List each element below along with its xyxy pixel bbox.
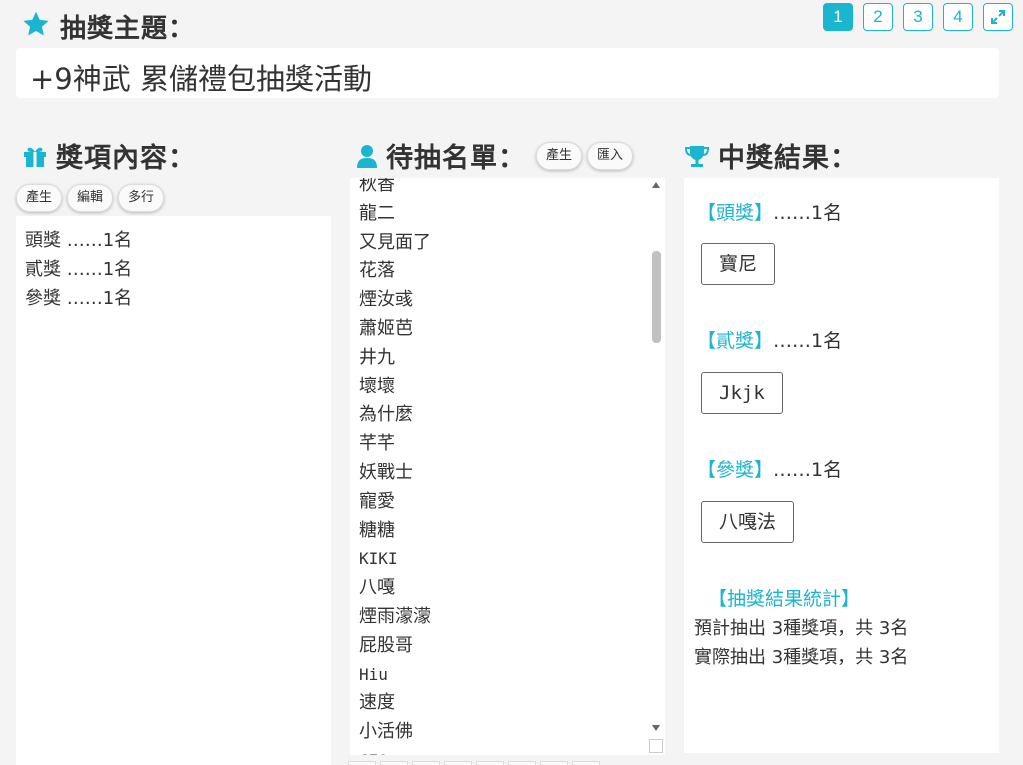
bottom-button-row <box>348 761 600 765</box>
page-button-2[interactable]: 2 <box>863 3 893 31</box>
list-item: 龍二 <box>359 202 395 224</box>
list-item: 煙雨濛濛 <box>359 605 431 627</box>
candidate-textarea[interactable]: 秋香 龍二 又見面了 花落 煙汝彧 蕭姬芭 井九 壞壞 為什麼 芊芊 妖戰士 寵… <box>350 178 665 755</box>
stat-line: 實際抽出 3種獎項，共 3名 <box>694 647 909 668</box>
bottom-button[interactable] <box>540 761 568 765</box>
list-item: 壞壞 <box>359 375 395 397</box>
bottom-button[interactable] <box>476 761 504 765</box>
stat-title: 【抽獎結果統計】 <box>708 588 861 610</box>
prize-list: 頭獎 ……1名 貳獎 ……1名 參獎 ……1名 <box>25 226 132 313</box>
prize-item: 貳獎 ……1名 <box>25 259 133 280</box>
bottom-button[interactable] <box>380 761 408 765</box>
prize-bracket: 【貳獎】 <box>697 330 774 352</box>
prize-bracket: 【參獎】 <box>697 459 774 481</box>
list-item: 煙汝彧 <box>359 289 413 311</box>
user-icon <box>357 144 377 168</box>
list-item: CEO <box>359 747 431 755</box>
scroll-up-icon[interactable] <box>652 182 660 188</box>
candidate-section-header: 待抽名單： 產生 匯入 <box>356 136 638 175</box>
prize-count: ……1名 <box>773 459 843 481</box>
prize-count: ……1名 <box>773 202 843 224</box>
bottom-button[interactable] <box>348 761 376 765</box>
page-switcher: 1 2 3 4 <box>823 3 1013 31</box>
prize-section-header: 獎項內容： <box>22 136 196 175</box>
result-group-3: 【參獎】……1名 <box>697 455 842 482</box>
winner-badge: Jkjk <box>701 372 783 414</box>
fullscreen-button[interactable] <box>983 3 1013 31</box>
import-button[interactable]: 匯入 <box>587 141 634 170</box>
result-section-header: 中獎結果： <box>684 136 858 175</box>
theme-value: +9神武 累儲禮包抽獎活動 <box>30 62 372 96</box>
list-item: 糖糖 <box>359 519 395 541</box>
prize-toolbar: 產生 編輯 多行 <box>16 184 169 212</box>
list-item: 芊芊 <box>359 433 395 455</box>
result-group-2: 【貳獎】……1名 <box>697 326 842 353</box>
winner-badge: 寶尼 <box>701 243 776 285</box>
list-item: 屁股哥 <box>359 634 413 656</box>
generate-candidate-button[interactable]: 產生 <box>536 141 583 170</box>
edit-prize-button[interactable]: 編輯 <box>67 184 114 212</box>
scroll-down-icon[interactable] <box>652 725 660 731</box>
prize-item: 參獎 ……1名 <box>25 288 133 309</box>
expand-icon <box>991 10 1005 24</box>
list-item: 花落 <box>359 260 395 282</box>
list-item: Hiu <box>359 664 388 684</box>
page-button-1[interactable]: 1 <box>823 3 853 31</box>
list-item: 井九 <box>359 346 395 368</box>
bottom-button[interactable] <box>444 761 472 765</box>
star-icon <box>23 11 49 36</box>
candidate-list: 秋香 龍二 又見面了 花落 煙汝彧 蕭姬芭 井九 壞壞 為什麼 芊芊 妖戰士 寵… <box>359 178 431 755</box>
list-item: 又見面了 <box>359 231 431 253</box>
list-item: 為什麼 <box>359 404 413 426</box>
result-title: 中獎結果： <box>718 143 858 174</box>
result-group-1: 【頭獎】……1名 <box>697 198 842 225</box>
prize-title: 獎項內容： <box>56 143 196 174</box>
prize-item: 頭獎 ……1名 <box>25 230 133 251</box>
generate-prize-button[interactable]: 產生 <box>16 184 63 212</box>
theme-heading: 抽獎主題： <box>60 14 196 44</box>
multiline-button[interactable]: 多行 <box>118 184 165 212</box>
list-item: 妖戰士 <box>359 461 413 483</box>
stat-line: 預計抽出 3種獎項，共 3名 <box>694 618 909 639</box>
bottom-button[interactable] <box>572 761 600 765</box>
list-item: 速度 <box>359 692 395 714</box>
page-button-3[interactable]: 3 <box>903 3 933 31</box>
resize-handle-icon[interactable] <box>649 739 663 753</box>
prize-count: ……1名 <box>773 330 843 352</box>
list-item: 寵愛 <box>359 490 395 512</box>
list-item: 八嘎 <box>359 577 395 599</box>
list-item: 小活佛 <box>359 721 413 743</box>
trophy-icon <box>684 145 710 167</box>
candidate-title: 待抽名單： <box>386 143 526 174</box>
gift-icon <box>24 147 46 167</box>
scroll-thumb[interactable] <box>652 251 661 343</box>
winner-badge: 八嘎法 <box>701 501 795 543</box>
bottom-button[interactable] <box>412 761 440 765</box>
page-button-4[interactable]: 4 <box>943 3 973 31</box>
list-item: KIKI <box>359 549 398 569</box>
bottom-button[interactable] <box>508 761 536 765</box>
list-item: 蕭姬芭 <box>359 317 413 339</box>
list-item: 秋香 <box>359 178 395 195</box>
prize-bracket: 【頭獎】 <box>697 202 774 224</box>
